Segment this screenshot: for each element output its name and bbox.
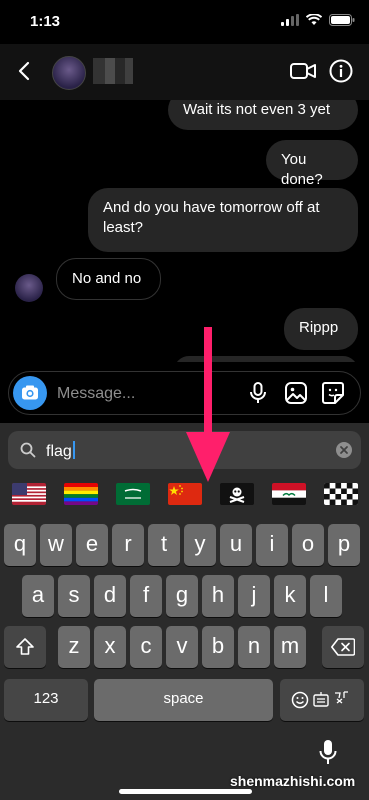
chat-header xyxy=(0,44,369,100)
key-y[interactable]: y xyxy=(184,524,216,566)
key-x[interactable]: x xyxy=(94,626,126,668)
emoji-switch-key[interactable] xyxy=(280,679,364,721)
search-icon xyxy=(20,442,36,458)
message-text: You done? xyxy=(281,151,323,188)
camera-button[interactable] xyxy=(13,376,47,410)
key-t[interactable]: t xyxy=(148,524,180,566)
message-bubble[interactable]: No and no xyxy=(56,258,161,300)
key-z[interactable]: z xyxy=(58,626,90,668)
message-bubble-partial xyxy=(174,356,358,362)
clear-search-button[interactable] xyxy=(336,442,352,458)
emoji-search-field[interactable]: flag xyxy=(8,431,361,469)
saudi-arabia-flag-icon[interactable] xyxy=(116,483,150,505)
message-bubble[interactable]: You done? xyxy=(266,140,358,188)
iraq-flag-icon[interactable] xyxy=(272,483,306,505)
emoji-keyboard: flag q w e r t y u i o p a s d f g h j k… xyxy=(0,423,369,800)
signal-icon xyxy=(281,14,299,26)
gallery-icon[interactable] xyxy=(284,381,308,405)
shift-icon xyxy=(16,638,34,655)
key-j[interactable]: j xyxy=(238,575,270,617)
space-key[interactable]: space xyxy=(94,679,273,721)
key-p[interactable]: p xyxy=(328,524,360,566)
message-text: No and no xyxy=(72,270,142,287)
key-e[interactable]: e xyxy=(76,524,108,566)
emoji-symbols-icon xyxy=(291,691,348,709)
info-icon[interactable] xyxy=(329,59,353,83)
emoji-search-query: flag xyxy=(46,443,72,460)
message-text: Rippp xyxy=(299,319,339,336)
shift-key[interactable] xyxy=(4,626,46,668)
checkered-flag-icon[interactable] xyxy=(324,483,358,505)
key-r[interactable]: r xyxy=(112,524,144,566)
china-flag-icon[interactable] xyxy=(168,483,202,505)
message-bubble[interactable]: And do you have tomorrow off at least? xyxy=(88,188,358,252)
us-flag-icon[interactable] xyxy=(12,483,46,505)
backspace-icon xyxy=(331,638,356,656)
key-o[interactable]: o xyxy=(292,524,324,566)
message-bubble[interactable]: Wait its not even 3 yet xyxy=(168,100,358,130)
delete-key[interactable] xyxy=(322,626,364,668)
message-composer xyxy=(8,371,361,415)
key-k[interactable]: k xyxy=(274,575,306,617)
status-time: 1:13 xyxy=(30,13,61,30)
key-q[interactable]: q xyxy=(4,524,36,566)
status-bar: 1:13 xyxy=(0,0,369,44)
key-v[interactable]: v xyxy=(166,626,198,668)
key-m[interactable]: m xyxy=(274,626,306,668)
key-l[interactable]: l xyxy=(310,575,342,617)
key-u[interactable]: u xyxy=(220,524,252,566)
camera-icon xyxy=(22,385,38,400)
pirate-flag-icon[interactable] xyxy=(220,483,254,505)
key-b[interactable]: b xyxy=(202,626,234,668)
key-w[interactable]: w xyxy=(40,524,72,566)
video-call-icon[interactable] xyxy=(290,60,316,82)
emoji-results-row xyxy=(0,480,369,510)
close-icon xyxy=(340,446,348,454)
dictation-icon[interactable] xyxy=(318,739,338,767)
watermark-text: shenmazhishi.com xyxy=(230,773,356,789)
key-n[interactable]: n xyxy=(238,626,270,668)
contact-avatar[interactable] xyxy=(52,56,86,90)
wifi-icon xyxy=(306,14,322,25)
contact-avatar-small[interactable] xyxy=(15,274,43,302)
microphone-icon[interactable] xyxy=(246,381,270,405)
key-h[interactable]: h xyxy=(202,575,234,617)
sticker-icon[interactable] xyxy=(321,381,345,405)
message-input[interactable] xyxy=(55,380,239,408)
key-s[interactable]: s xyxy=(58,575,90,617)
back-icon[interactable] xyxy=(14,60,36,82)
key-f[interactable]: f xyxy=(130,575,162,617)
text-caret xyxy=(72,441,75,459)
numbers-key[interactable]: 123 xyxy=(4,679,88,721)
contact-name-blurred[interactable] xyxy=(93,58,133,84)
home-indicator xyxy=(119,789,252,794)
message-text: Wait its not even 3 yet xyxy=(183,101,331,118)
message-text: And do you have tomorrow off at least? xyxy=(103,199,320,236)
key-g[interactable]: g xyxy=(166,575,198,617)
battery-icon xyxy=(329,14,355,26)
rainbow-flag-icon[interactable] xyxy=(64,483,98,505)
key-a[interactable]: a xyxy=(22,575,54,617)
message-bubble[interactable]: Rippp xyxy=(284,308,358,350)
key-d[interactable]: d xyxy=(94,575,126,617)
key-c[interactable]: c xyxy=(130,626,162,668)
message-thread: Wait its not even 3 yet You done? And do… xyxy=(0,100,369,362)
key-i[interactable]: i xyxy=(256,524,288,566)
